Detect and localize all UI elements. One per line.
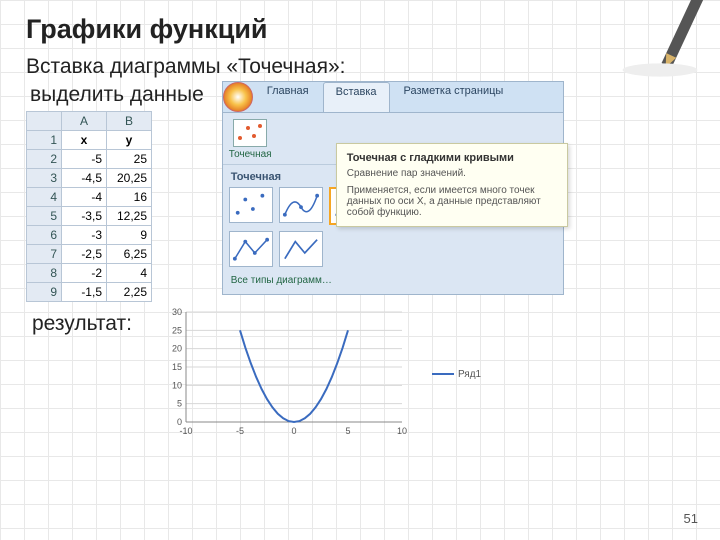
row-header[interactable]: 9 xyxy=(27,283,62,302)
chart-thumb-smooth-markers[interactable] xyxy=(279,187,323,223)
svg-text:-10: -10 xyxy=(179,426,192,436)
cell[interactable]: 9 xyxy=(107,226,152,245)
cell[interactable]: -2 xyxy=(62,264,107,283)
row-header[interactable]: 2 xyxy=(27,150,62,169)
svg-text:10: 10 xyxy=(172,380,182,390)
svg-text:20: 20 xyxy=(172,344,182,354)
scatter-icon xyxy=(233,119,267,147)
svg-text:15: 15 xyxy=(172,362,182,372)
chart-legend: Ряд1 xyxy=(432,304,481,444)
legend-label: Ряд1 xyxy=(458,369,481,380)
cell[interactable]: x xyxy=(62,131,107,150)
cell[interactable]: y xyxy=(107,131,152,150)
svg-text:5: 5 xyxy=(345,426,350,436)
office-orb[interactable] xyxy=(223,82,253,112)
col-header-a[interactable]: A xyxy=(62,112,107,131)
svg-text:5: 5 xyxy=(177,399,182,409)
svg-text:10: 10 xyxy=(397,426,407,436)
cell[interactable]: 25 xyxy=(107,150,152,169)
tab-home[interactable]: Главная xyxy=(255,82,321,112)
legend-line-icon xyxy=(432,373,454,375)
row-header[interactable]: 3 xyxy=(27,169,62,188)
all-chart-types[interactable]: Все типы диаграмм… xyxy=(229,273,557,288)
cell[interactable]: 2,25 xyxy=(107,283,152,302)
result-chart: 051015202530-10-50510 xyxy=(152,304,412,444)
row-header[interactable]: 8 xyxy=(27,264,62,283)
tooltip: Точечная с гладкими кривыми Сравнение па… xyxy=(336,143,568,227)
cell[interactable]: -4,5 xyxy=(62,169,107,188)
tab-insert[interactable]: Вставка xyxy=(323,82,390,112)
page-number: 51 xyxy=(684,511,698,526)
svg-text:0: 0 xyxy=(291,426,296,436)
tooltip-line2: Применяется, если имеется много точек да… xyxy=(347,185,557,218)
row-header[interactable]: 1 xyxy=(27,131,62,150)
cell[interactable]: -2,5 xyxy=(62,245,107,264)
result-label: результат: xyxy=(32,312,132,444)
row-header[interactable]: 6 xyxy=(27,226,62,245)
scatter-chart-button[interactable]: Точечная xyxy=(229,119,272,160)
slide-title: Графики функций xyxy=(26,14,694,45)
cell[interactable]: -1,5 xyxy=(62,283,107,302)
svg-text:30: 30 xyxy=(172,307,182,317)
select-data-label: выделить данные xyxy=(30,83,204,107)
cell[interactable]: -5 xyxy=(62,150,107,169)
chart-thumb-lines-markers[interactable] xyxy=(229,231,273,267)
pencil-decoration xyxy=(616,0,720,92)
tooltip-title: Точечная с гладкими кривыми xyxy=(347,152,557,164)
spreadsheet: A B 1xy2-5253-4,520,254-4165-3,512,256-3… xyxy=(26,111,152,302)
cell[interactable]: -3,5 xyxy=(62,207,107,226)
ribbon-tabs: Главная Вставка Разметка страницы xyxy=(223,82,563,113)
cell[interactable]: 20,25 xyxy=(107,169,152,188)
chart-thumb-lines[interactable] xyxy=(279,231,323,267)
cell[interactable]: 4 xyxy=(107,264,152,283)
cell[interactable]: -3 xyxy=(62,226,107,245)
svg-text:25: 25 xyxy=(172,325,182,335)
cell[interactable]: 16 xyxy=(107,188,152,207)
cell[interactable]: -4 xyxy=(62,188,107,207)
row-header[interactable]: 7 xyxy=(27,245,62,264)
sheet-corner[interactable] xyxy=(27,112,62,131)
row-header[interactable]: 5 xyxy=(27,207,62,226)
tooltip-line1: Сравнение пар значений. xyxy=(347,168,557,179)
row-header[interactable]: 4 xyxy=(27,188,62,207)
subtitle: Вставка диаграммы «Точечная»: xyxy=(26,55,694,79)
svg-text:-5: -5 xyxy=(236,426,244,436)
chart-thumb-points[interactable] xyxy=(229,187,273,223)
col-header-b[interactable]: B xyxy=(107,112,152,131)
cell[interactable]: 12,25 xyxy=(107,207,152,226)
tab-layout[interactable]: Разметка страницы xyxy=(392,82,516,112)
cell[interactable]: 6,25 xyxy=(107,245,152,264)
scatter-button-label: Точечная xyxy=(229,149,272,160)
